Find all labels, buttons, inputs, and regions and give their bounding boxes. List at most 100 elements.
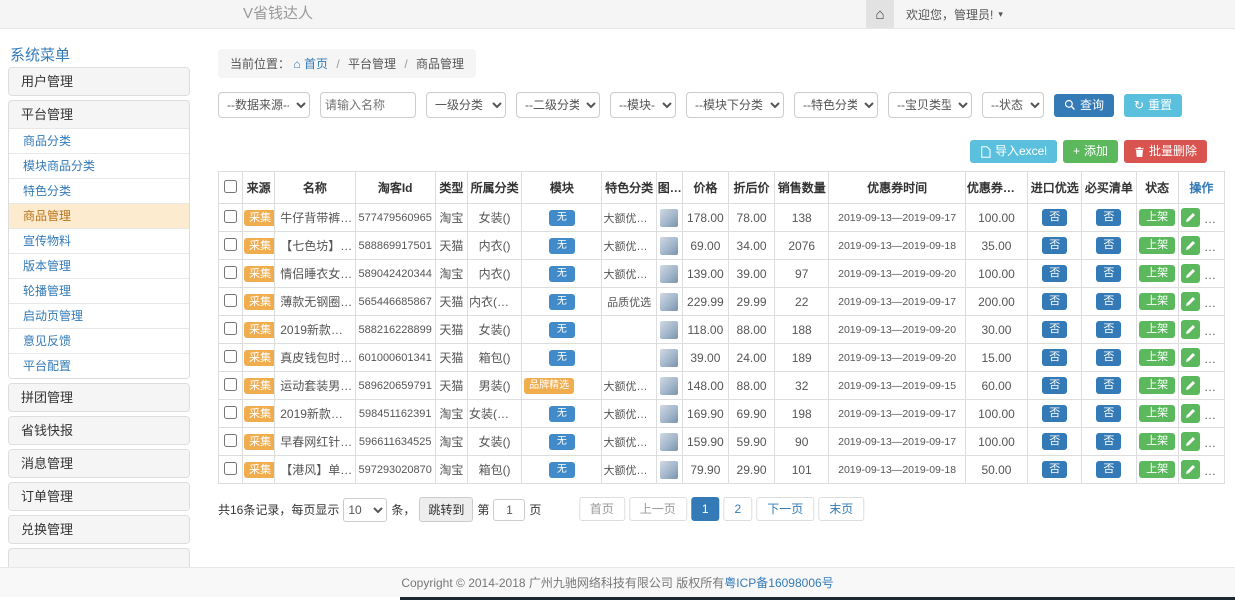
sidebar-subitem[interactable]: 特色分类 — [9, 178, 189, 203]
page-button-1[interactable]: 1 — [691, 497, 720, 521]
sidebar-subitem[interactable]: 商品分类 — [9, 128, 189, 153]
sidebar-item[interactable]: 订单管理 — [9, 483, 189, 510]
delete-button[interactable] — [1205, 264, 1224, 283]
page-button-上一页[interactable]: 上一页 — [629, 497, 687, 521]
import-select-toggle[interactable]: 否 — [1042, 265, 1067, 282]
sidebar-item[interactable]: 平台管理 — [9, 101, 189, 128]
batch-delete-button[interactable]: 批量删除 — [1124, 140, 1207, 163]
status-toggle[interactable]: 上架 — [1139, 349, 1175, 366]
name-search-input[interactable] — [320, 92, 416, 118]
must-buy-toggle[interactable]: 否 — [1096, 377, 1121, 394]
must-buy-toggle[interactable]: 否 — [1096, 265, 1121, 282]
must-buy-toggle[interactable]: 否 — [1096, 461, 1121, 478]
row-checkbox[interactable] — [224, 378, 237, 391]
page-button-首页[interactable]: 首页 — [579, 497, 625, 521]
status-toggle[interactable]: 上架 — [1139, 237, 1175, 254]
sidebar-item[interactable]: 拼团管理 — [9, 384, 189, 411]
edit-button[interactable] — [1181, 376, 1200, 395]
import-select-toggle[interactable]: 否 — [1042, 433, 1067, 450]
sidebar-subitem[interactable]: 模块商品分类 — [9, 153, 189, 178]
status-toggle[interactable]: 上架 — [1139, 405, 1175, 422]
sidebar-item[interactable]: 兑换管理 — [9, 516, 189, 543]
status-toggle[interactable]: 上架 — [1139, 293, 1175, 310]
page-number-input[interactable] — [493, 499, 525, 521]
import-select-toggle[interactable]: 否 — [1042, 321, 1067, 338]
add-button[interactable]: + 添加 — [1063, 140, 1118, 163]
delete-button[interactable] — [1205, 208, 1224, 227]
icp-link[interactable]: 粤ICP备16098006号 — [724, 576, 833, 590]
page-button-末页[interactable]: 末页 — [818, 497, 864, 521]
search-button[interactable]: 查询 — [1054, 94, 1114, 117]
import-select-toggle[interactable]: 否 — [1042, 237, 1067, 254]
row-checkbox[interactable] — [224, 322, 237, 335]
must-buy-toggle[interactable]: 否 — [1096, 433, 1121, 450]
sidebar-item[interactable] — [9, 549, 189, 567]
sidebar-item[interactable]: 省钱快报 — [9, 417, 189, 444]
data-source-select[interactable]: --数据来源-- — [218, 92, 310, 118]
home-button[interactable]: ⌂ — [866, 0, 894, 28]
sidebar-item[interactable]: 用户管理 — [9, 68, 189, 95]
row-checkbox[interactable] — [224, 238, 237, 251]
row-checkbox[interactable] — [224, 434, 237, 447]
must-buy-toggle[interactable]: 否 — [1096, 321, 1121, 338]
row-checkbox[interactable] — [224, 294, 237, 307]
delete-button[interactable] — [1205, 432, 1224, 451]
must-buy-toggle[interactable]: 否 — [1096, 209, 1121, 226]
sidebar-subitem[interactable]: 商品管理 — [9, 203, 189, 228]
sidebar-item[interactable]: 消息管理 — [9, 450, 189, 477]
status-toggle[interactable]: 上架 — [1139, 209, 1175, 226]
row-checkbox[interactable] — [224, 210, 237, 223]
module-select[interactable]: --模块-- — [610, 92, 676, 118]
import-select-toggle[interactable]: 否 — [1042, 377, 1067, 394]
edit-button[interactable] — [1181, 460, 1200, 479]
sidebar-subitem[interactable]: 意见反馈 — [9, 328, 189, 353]
import-select-toggle[interactable]: 否 — [1042, 293, 1067, 310]
status-toggle[interactable]: 上架 — [1139, 321, 1175, 338]
sidebar-subitem[interactable]: 启动页管理 — [9, 303, 189, 328]
delete-button[interactable] — [1205, 376, 1224, 395]
page-button-下一页[interactable]: 下一页 — [756, 497, 814, 521]
sidebar-subitem[interactable]: 轮播管理 — [9, 278, 189, 303]
status-select[interactable]: --状态-- — [982, 92, 1044, 118]
row-checkbox[interactable] — [224, 462, 237, 475]
jump-button[interactable]: 跳转到 — [419, 497, 473, 522]
status-toggle[interactable]: 上架 — [1139, 433, 1175, 450]
must-buy-toggle[interactable]: 否 — [1096, 405, 1121, 422]
status-toggle[interactable]: 上架 — [1139, 461, 1175, 478]
import-excel-button[interactable]: 导入excel — [970, 140, 1057, 163]
sidebar-subitem[interactable]: 平台配置 — [9, 353, 189, 378]
delete-button[interactable] — [1205, 460, 1224, 479]
import-select-toggle[interactable]: 否 — [1042, 209, 1067, 226]
delete-button[interactable] — [1205, 292, 1224, 311]
delete-button[interactable] — [1205, 320, 1224, 339]
row-checkbox[interactable] — [224, 266, 237, 279]
breadcrumb-home-link[interactable]: ⌂ 首页 — [293, 57, 328, 71]
row-checkbox[interactable] — [224, 406, 237, 419]
import-select-toggle[interactable]: 否 — [1042, 461, 1067, 478]
must-buy-toggle[interactable]: 否 — [1096, 349, 1121, 366]
delete-button[interactable] — [1205, 404, 1224, 423]
row-checkbox[interactable] — [224, 350, 237, 363]
module-subcategory-select[interactable]: --模块下分类-- — [686, 92, 784, 118]
page-button-2[interactable]: 2 — [724, 497, 753, 521]
delete-button[interactable] — [1205, 236, 1224, 255]
import-select-toggle[interactable]: 否 — [1042, 405, 1067, 422]
select-all-checkbox[interactable] — [224, 180, 237, 193]
status-toggle[interactable]: 上架 — [1139, 377, 1175, 394]
item-type-select[interactable]: --宝贝类型-- — [888, 92, 972, 118]
must-buy-toggle[interactable]: 否 — [1096, 237, 1121, 254]
sidebar-subitem[interactable]: 宣传物料 — [9, 228, 189, 253]
edit-button[interactable] — [1181, 236, 1200, 255]
edit-button[interactable] — [1181, 404, 1200, 423]
delete-button[interactable] — [1205, 348, 1224, 367]
edit-button[interactable] — [1181, 264, 1200, 283]
edit-button[interactable] — [1181, 348, 1200, 367]
reset-button[interactable]: ↻ 重置 — [1124, 94, 1182, 117]
featured-category-select[interactable]: --特色分类-- — [794, 92, 878, 118]
status-toggle[interactable]: 上架 — [1139, 265, 1175, 282]
import-select-toggle[interactable]: 否 — [1042, 349, 1067, 366]
edit-button[interactable] — [1181, 292, 1200, 311]
edit-button[interactable] — [1181, 432, 1200, 451]
must-buy-toggle[interactable]: 否 — [1096, 293, 1121, 310]
page-size-select[interactable]: 10 — [343, 498, 387, 522]
